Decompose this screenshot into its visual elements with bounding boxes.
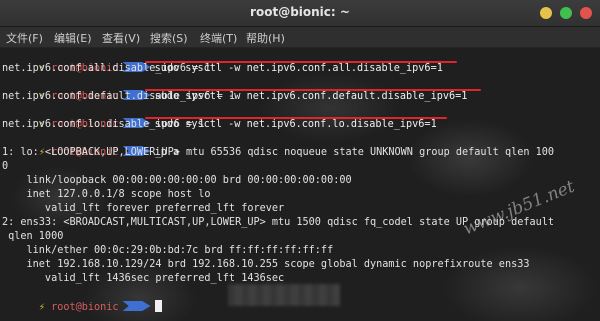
output-line: link/loopback 00:00:00:00:00:00 brd 00:0… [2,175,352,186]
output-line: inet 127.0.0.1/8 scope host lo [2,189,211,200]
output-line: valid_lft forever preferred_lft forever [2,203,285,214]
output-line: 1: lo: <LOOPBACK,UP,LOWER_UP> mtu 65536 … [2,147,555,158]
prompt-line: ⚡ root@bionic sudo sysctl -w net.ipv6.con… [2,76,467,102]
redacted-area [228,284,340,306]
menu-file[interactable]: 文件(F) [6,30,43,46]
output-line: net.ipv6.conf.default.disable_ipv6 = 1 [2,91,236,102]
menu-bar: 文件(F) 编辑(E) 查看(V) 搜索(S) 终端(T) 帮助(H) [0,27,600,48]
prompt-user-host: root@bionic [51,302,119,313]
output-line: net.ipv6.conf.lo.disable_ipv6 = 1 [2,119,205,130]
prompt-line: ⚡ root@bionic sudo sysctl -w net.ipv6.con… [2,104,437,130]
menu-terminal[interactable]: 终端(T) [200,30,237,46]
menu-help[interactable]: 帮助(H) [246,30,285,46]
menu-view[interactable]: 查看(V) [102,30,140,46]
lightning-icon: ⚡ [38,302,45,313]
minimize-button[interactable] [540,7,552,19]
terminal-output[interactable]: ⚡ root@bionic sudo sysctl -w net.ipv6.con… [0,48,600,321]
output-line: inet 192.168.10.129/24 brd 192.168.10.25… [2,259,530,270]
prompt-line: ⚡ root@bionic sudo sysctl -w net.ipv6.con… [2,48,443,74]
output-line: net.ipv6.conf.all.disable_ipv6 = 1 [2,63,211,74]
menu-edit[interactable]: 编辑(E) [54,30,92,46]
terminal-window: root@bionic: ~ 文件(F) 编辑(E) 查看(V) 搜索(S) 终… [0,0,600,321]
maximize-button[interactable] [560,7,572,19]
text-cursor[interactable] [154,300,162,312]
output-line: qlen 1000 [2,231,64,242]
output-line: 0 [2,161,9,172]
close-button[interactable] [580,7,592,19]
title-bar[interactable]: root@bionic: ~ [0,0,600,27]
prompt-line: ⚡ root@bionic [2,286,162,313]
prompt-arrow-icon [122,301,151,311]
output-line: link/ether 00:0c:29:0b:bd:7c brd ff:ff:f… [2,245,334,256]
menu-search[interactable]: 搜索(S) [150,30,188,46]
window-controls [540,7,592,19]
prompt-line: ⚡ root@bionic ip a [2,132,179,158]
window-title: root@bionic: ~ [250,5,350,19]
